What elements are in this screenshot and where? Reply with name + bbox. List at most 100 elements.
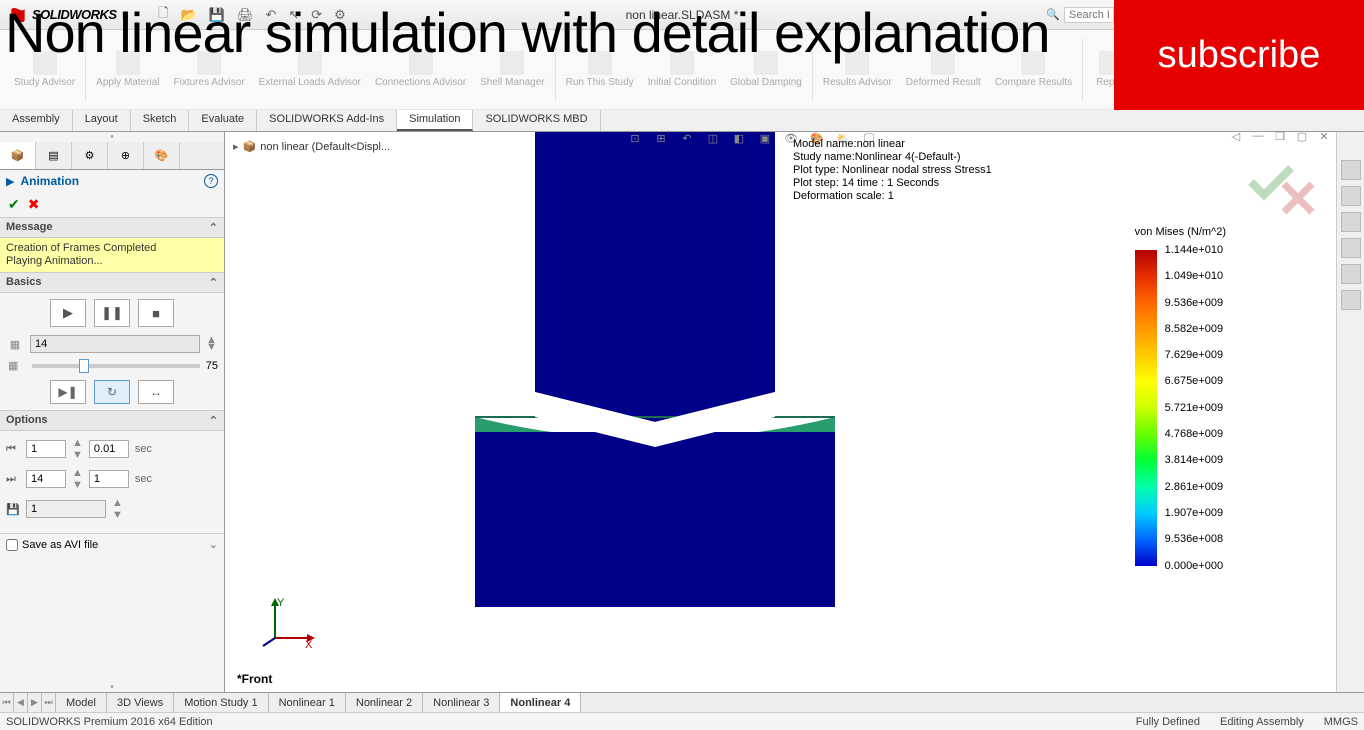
tab-nonlinear3[interactable]: Nonlinear 3 (423, 693, 500, 712)
play-head-icon: ▶ (6, 175, 14, 188)
start-frame-input[interactable] (26, 440, 66, 458)
task-pane (1336, 132, 1364, 692)
save-avi-checkbox[interactable] (6, 539, 18, 551)
win-max-icon[interactable]: ▢ (1294, 129, 1310, 143)
view-triad[interactable]: Y X (255, 598, 315, 648)
tab-sketch[interactable]: Sketch (131, 110, 190, 131)
subscribe-button[interactable]: subscribe (1114, 0, 1364, 110)
status-defined: Fully Defined (1136, 716, 1200, 728)
legend-bar (1135, 250, 1157, 566)
probe-cancel-icon (1280, 180, 1316, 216)
file-explorer-tab[interactable] (1341, 212, 1361, 232)
pause-button[interactable]: ❚❚ (94, 299, 130, 327)
chevron-down-icon: ⌄ (209, 538, 218, 551)
tab-nonlinear4[interactable]: Nonlinear 4 (500, 693, 581, 712)
view-label: *Front (237, 672, 272, 686)
save-frames-icon: 💾 (6, 503, 20, 516)
sec-label: sec (135, 443, 152, 455)
tab-nonlinear2[interactable]: Nonlinear 2 (346, 693, 423, 712)
tab-motion1[interactable]: Motion Study 1 (174, 693, 268, 712)
tab-assembly[interactable]: Assembly (0, 110, 73, 131)
simulation-plot (465, 132, 1115, 632)
status-bar: SOLIDWORKS Premium 2016 x64 Edition Full… (0, 712, 1364, 730)
sw-resources-tab[interactable] (1341, 160, 1361, 180)
speed-value: 75 (206, 360, 218, 372)
prev-view-icon[interactable]: ↶ (677, 129, 697, 147)
property-tab[interactable]: ▤ (36, 142, 72, 169)
frame-spinner[interactable]: ▲▼ (206, 337, 218, 351)
graphics-area[interactable]: ▸ 📦 non linear (Default<Displ... ⊡ ⊞ ↶ ◫… (225, 132, 1336, 692)
config-tab[interactable]: ⚙ (72, 142, 108, 169)
prev-tab-icon[interactable]: ◀ (14, 693, 28, 712)
zoom-area-icon[interactable]: ⊞ (651, 129, 671, 147)
panel-handle-bottom[interactable]: • (0, 682, 224, 692)
study-tabs: ⏮ ◀ ▶ ⏭ Model 3D Views Motion Study 1 No… (0, 692, 1364, 712)
tab-evaluate[interactable]: Evaluate (189, 110, 257, 131)
next-tab-icon[interactable]: ▶ (28, 693, 42, 712)
view-orient-icon[interactable]: ◧ (729, 129, 749, 147)
frame-input[interactable] (30, 335, 200, 353)
win-min-icon[interactable]: — (1250, 129, 1266, 143)
tab-nonlinear1[interactable]: Nonlinear 1 (269, 693, 346, 712)
spinner[interactable]: ▲▼ (72, 467, 83, 491)
win-back-icon[interactable]: ◁ (1228, 129, 1244, 143)
appearances-tab[interactable] (1341, 264, 1361, 284)
reciprocate-button[interactable]: ↔ (138, 380, 174, 404)
legend-labels: 1.144e+0101.049e+0109.536e+0098.582e+009… (1165, 244, 1223, 586)
win-close-icon[interactable]: ✕ (1316, 129, 1332, 143)
tab-model[interactable]: Model (56, 693, 107, 712)
last-tab-icon[interactable]: ⏭ (42, 693, 56, 712)
end-frame-input[interactable] (26, 470, 66, 488)
feature-tree-tab[interactable]: 📦 (0, 142, 36, 169)
expand-icon[interactable]: ▸ (233, 140, 239, 153)
appearance-tab[interactable]: 🎨 (144, 142, 180, 169)
ok-button[interactable]: ✔ (8, 196, 20, 213)
play-once-button[interactable]: ▶❚ (50, 380, 86, 404)
display-style-icon[interactable]: ▣ (755, 129, 775, 147)
win-restore-icon[interactable]: ❐ (1272, 129, 1288, 143)
design-library-tab[interactable] (1341, 186, 1361, 206)
section-icon[interactable]: ◫ (703, 129, 723, 147)
basics-header[interactable]: Basics⌃ (0, 272, 224, 293)
speed-icon: ▦ (8, 359, 26, 372)
custom-props-tab[interactable] (1341, 290, 1361, 310)
start-time-input[interactable] (89, 440, 129, 458)
tab-mbd[interactable]: SOLIDWORKS MBD (473, 110, 600, 131)
search-input[interactable] (1064, 7, 1114, 23)
tab-layout[interactable]: Layout (73, 110, 131, 131)
view-palette-tab[interactable] (1341, 238, 1361, 258)
save-avi-row[interactable]: Save as AVI file ⌄ (0, 533, 224, 555)
cancel-button[interactable]: ✖ (28, 196, 40, 213)
speed-slider[interactable] (32, 364, 200, 368)
help-icon[interactable]: ? (204, 174, 218, 188)
manager-tabs: 📦 ▤ ⚙ ⊕ 🎨 (0, 142, 224, 170)
tab-simulation[interactable]: Simulation (397, 110, 473, 131)
status-edition: SOLIDWORKS Premium 2016 x64 Edition (6, 716, 213, 728)
tab-3dviews[interactable]: 3D Views (107, 693, 174, 712)
status-editing: Editing Assembly (1220, 716, 1304, 728)
svg-text:Y: Y (277, 598, 285, 609)
options-header[interactable]: Options⌃ (0, 410, 224, 431)
spinner[interactable]: ▲▼ (72, 437, 83, 461)
flyout-tree[interactable]: ▸ 📦 non linear (Default<Displ... (233, 140, 390, 153)
frame-icon: ▦ (6, 338, 24, 351)
save-frames-input[interactable] (26, 500, 106, 518)
end-time-input[interactable] (89, 470, 129, 488)
panel-title: Animation (20, 174, 79, 188)
breadcrumb-text: non linear (Default<Displ... (260, 141, 390, 153)
message-header[interactable]: Message⌃ (0, 217, 224, 238)
search-box[interactable]: 🔍 (1046, 7, 1114, 23)
video-overlay-title: Non linear simulation with detail explan… (5, 0, 1050, 65)
stop-button[interactable]: ■ (138, 299, 174, 327)
assembly-icon: 📦 (243, 140, 257, 153)
loop-button[interactable]: ↻ (94, 380, 130, 404)
tab-addins[interactable]: SOLIDWORKS Add-Ins (257, 110, 397, 131)
first-tab-icon[interactable]: ⏮ (0, 693, 14, 712)
panel-handle[interactable]: • (0, 132, 224, 142)
color-legend[interactable]: von Mises (N/m^2) 1.144e+0101.049e+0109.… (1135, 226, 1226, 566)
play-button[interactable]: ▶ (50, 299, 86, 327)
status-units[interactable]: MMGS (1324, 716, 1358, 728)
dimxpert-tab[interactable]: ⊕ (108, 142, 144, 169)
spinner[interactable]: ▲▼ (112, 497, 123, 521)
zoom-fit-icon[interactable]: ⊡ (625, 129, 645, 147)
